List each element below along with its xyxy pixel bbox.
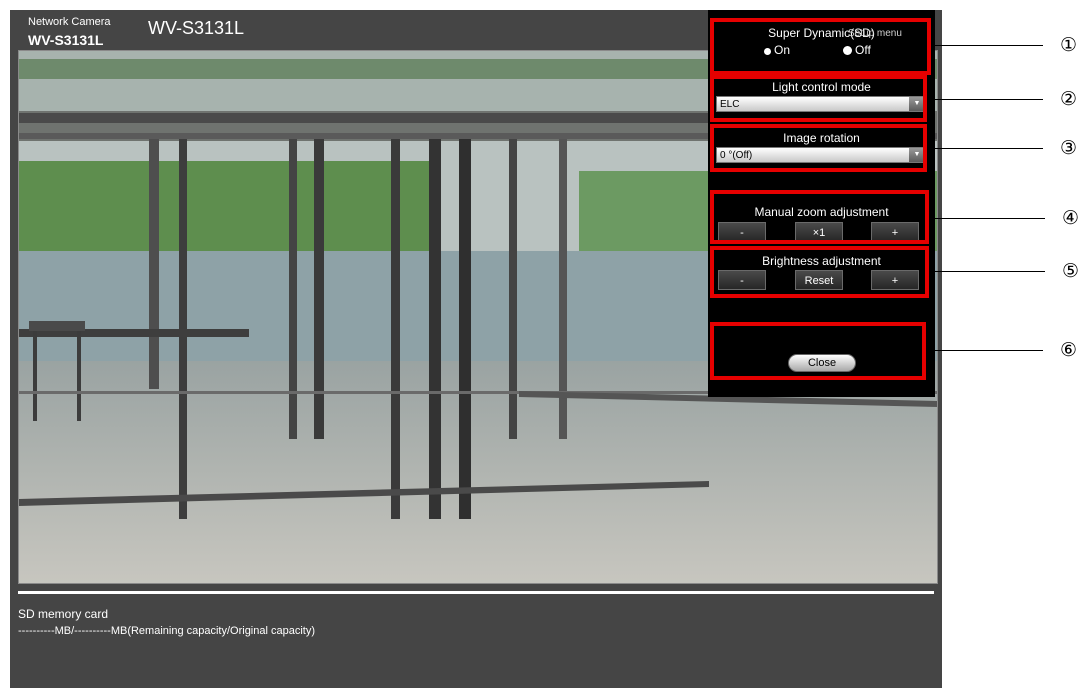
sd-memory-card-label: SD memory card (18, 607, 109, 621)
light-control-title: Light control mode (772, 80, 871, 94)
zoom-out-button[interactable]: - (718, 222, 766, 242)
super-dynamic-off-radio[interactable]: Off (843, 43, 871, 57)
brand-label: Network Camera (28, 16, 111, 28)
brand-model: WV-S3131L (28, 32, 104, 48)
image-adjust-panel: Super Dynamic(SD) On Off Light control m… (708, 10, 935, 397)
image-rotation-title: Image rotation (783, 131, 860, 145)
sd-capacity-readout: ----------MB/----------MB(Remaining capa… (18, 625, 316, 637)
brightness-title: Brightness adjustment (762, 254, 881, 268)
callout-line-3 (927, 148, 1043, 149)
zoom-in-button[interactable]: + (871, 222, 919, 242)
callout-number-5: ⑤ (1062, 260, 1080, 282)
callout-line-4 (929, 218, 1045, 219)
callout-line-1 (931, 45, 1043, 46)
brightness-up-button[interactable]: + (871, 270, 919, 290)
super-dynamic-on-radio[interactable]: On (764, 43, 790, 57)
callout-line-2 (927, 99, 1043, 100)
setup-menu-link[interactable]: Setup menu (848, 28, 902, 39)
chevron-down-icon: ▼ (909, 148, 925, 162)
callout-number-2: ② (1060, 88, 1078, 110)
zoom-x1-button[interactable]: ×1 (795, 222, 843, 242)
callout-line-5 (929, 271, 1045, 272)
callout-number-1: ① (1060, 34, 1078, 56)
image-rotation-select[interactable]: 0 °(Off) ▼ (716, 147, 926, 163)
callout-number-4: ④ (1062, 207, 1080, 229)
camera-viewer: Network Camera WV-S3131L WV-S3131L SD me… (10, 10, 942, 688)
callout-line-6 (926, 350, 1043, 351)
callout-number-3: ③ (1060, 137, 1078, 159)
brightness-reset-button[interactable]: Reset (795, 270, 843, 290)
page-title: WV-S3131L (148, 18, 245, 38)
playback-progress-line (18, 591, 934, 594)
close-button[interactable]: Close (788, 354, 856, 372)
chevron-down-icon: ▼ (909, 97, 925, 111)
callout-number-6: ⑥ (1060, 339, 1078, 361)
radio-selected-icon (764, 48, 771, 55)
radio-icon (843, 46, 852, 55)
brightness-down-button[interactable]: - (718, 270, 766, 290)
manual-zoom-title: Manual zoom adjustment (754, 205, 889, 219)
light-control-select[interactable]: ELC ▼ (716, 96, 926, 112)
